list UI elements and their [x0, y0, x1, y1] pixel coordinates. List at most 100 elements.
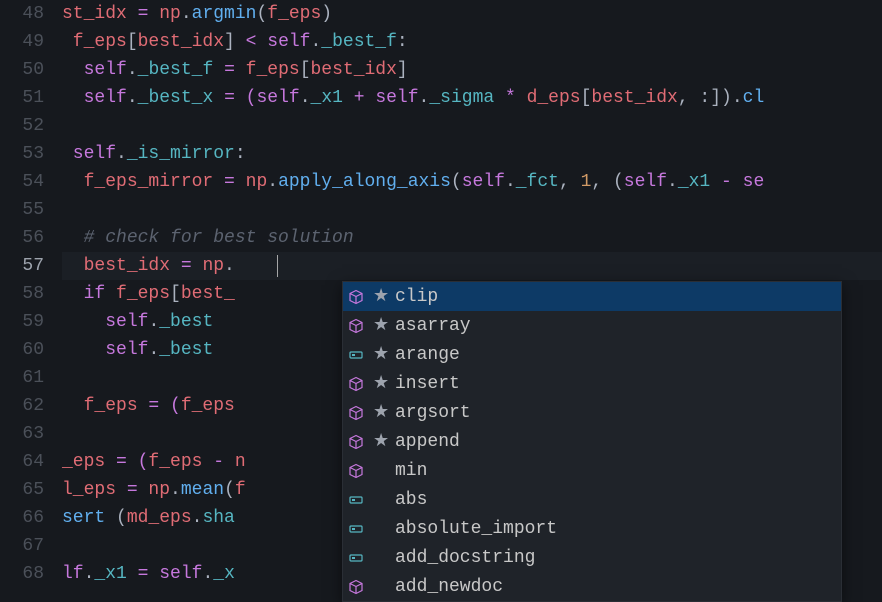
line-number: 49 [0, 28, 44, 56]
autocomplete-item[interactable]: absolute_import [343, 514, 841, 543]
token: . [170, 480, 181, 500]
token: _fct [516, 172, 559, 192]
line-number: 57 [0, 252, 44, 280]
token: . [267, 172, 278, 192]
line-number: 59 [0, 308, 44, 336]
token: . [300, 88, 311, 108]
autocomplete-item[interactable]: abs [343, 485, 841, 514]
token: apply_along_axis [278, 172, 451, 192]
line-number: 67 [0, 532, 44, 560]
autocomplete-item[interactable]: ★append [343, 427, 841, 456]
field-icon [347, 491, 365, 509]
token: self [256, 88, 299, 108]
line-number: 62 [0, 392, 44, 420]
code-line[interactable]: f_eps[best_idx] < self._best_f: [62, 28, 882, 56]
token: _best_f [138, 60, 214, 80]
module-icon [347, 375, 365, 393]
token: = [127, 564, 159, 584]
line-number: 55 [0, 196, 44, 224]
token: self [462, 172, 505, 192]
token: ] [224, 32, 246, 52]
token: . [148, 340, 159, 360]
token: 1 [581, 172, 592, 192]
autocomplete-item[interactable]: min [343, 456, 841, 485]
line-number: 50 [0, 56, 44, 84]
token: = [213, 60, 245, 80]
star-icon: ★ [373, 283, 387, 311]
line-number: 58 [0, 280, 44, 308]
line-number: 68 [0, 560, 44, 588]
line-number: 65 [0, 476, 44, 504]
token: . [116, 144, 127, 164]
module-icon [347, 433, 365, 451]
token: _eps [62, 452, 116, 472]
autocomplete-item[interactable]: ★insert [343, 369, 841, 398]
token: # check for best solution [84, 228, 354, 248]
code-line[interactable]: self._best_x = (self._x1 + self._sigma *… [62, 84, 882, 112]
token: _x1 [678, 172, 710, 192]
token: = [138, 4, 160, 24]
token: = [181, 256, 203, 276]
token: _best_f [321, 32, 397, 52]
token: _x1 [94, 564, 126, 584]
code-line[interactable]: self._best_f = f_eps[best_idx] [62, 56, 882, 84]
token: = ( [116, 452, 148, 472]
code-line[interactable]: self._is_mirror: [62, 140, 882, 168]
token: = ( [148, 396, 180, 416]
autocomplete-item[interactable]: ★argsort [343, 398, 841, 427]
token: . [667, 172, 678, 192]
code-line[interactable] [62, 112, 882, 140]
token: np [159, 4, 181, 24]
token: best_idx [591, 88, 677, 108]
token: d_eps [527, 88, 581, 108]
code-line[interactable]: # check for best solution [62, 224, 882, 252]
token: ] [397, 60, 408, 80]
token: . [84, 564, 95, 584]
token: best_idx [84, 256, 181, 276]
token: se [743, 172, 765, 192]
text-cursor [277, 255, 278, 277]
module-icon [347, 317, 365, 335]
code-line[interactable]: best_idx = np. [62, 252, 882, 280]
token: l_eps [62, 480, 127, 500]
autocomplete-item[interactable]: ★clip [343, 282, 841, 311]
autocomplete-label: add_newdoc [395, 573, 835, 601]
field-icon [347, 520, 365, 538]
autocomplete-item[interactable]: ★arange [343, 340, 841, 369]
code-line[interactable]: f_eps_mirror = np.apply_along_axis(self.… [62, 168, 882, 196]
autocomplete-popup[interactable]: ★clip★asarray★arange★insert★argsort★appe… [342, 281, 842, 602]
token: . [127, 88, 138, 108]
line-number: 64 [0, 448, 44, 476]
code-line[interactable] [62, 196, 882, 224]
autocomplete-item[interactable]: ★asarray [343, 311, 841, 340]
token: _x1 [311, 88, 343, 108]
token: [ [170, 284, 181, 304]
token: + [343, 88, 375, 108]
token: f_eps [148, 452, 202, 472]
star-icon: ★ [373, 341, 387, 369]
code-editor[interactable]: 4849505152535455565758596061626364656667… [0, 0, 882, 600]
token: - [710, 172, 742, 192]
token: [ [127, 32, 138, 52]
module-icon [347, 288, 365, 306]
token: . [127, 60, 138, 80]
autocomplete-item[interactable]: add_docstring [343, 543, 841, 572]
token: . [148, 312, 159, 332]
token: if [84, 284, 116, 304]
token: self [62, 144, 116, 164]
token: _is_mirror [127, 144, 235, 164]
token: ( [256, 4, 267, 24]
module-icon [347, 578, 365, 596]
line-number: 56 [0, 224, 44, 252]
token: sha [202, 508, 234, 528]
code-line[interactable]: st_idx = np.argmin(f_eps) [62, 0, 882, 28]
token: _best_x [138, 88, 214, 108]
token: self [624, 172, 667, 192]
line-number: 51 [0, 84, 44, 112]
module-icon [347, 462, 365, 480]
autocomplete-item[interactable]: add_newdoc [343, 572, 841, 601]
token: : [397, 32, 408, 52]
code-area[interactable]: st_idx = np.argmin(f_eps) f_eps[best_idx… [62, 0, 882, 600]
token: best_idx [138, 32, 224, 52]
line-number: 52 [0, 112, 44, 140]
